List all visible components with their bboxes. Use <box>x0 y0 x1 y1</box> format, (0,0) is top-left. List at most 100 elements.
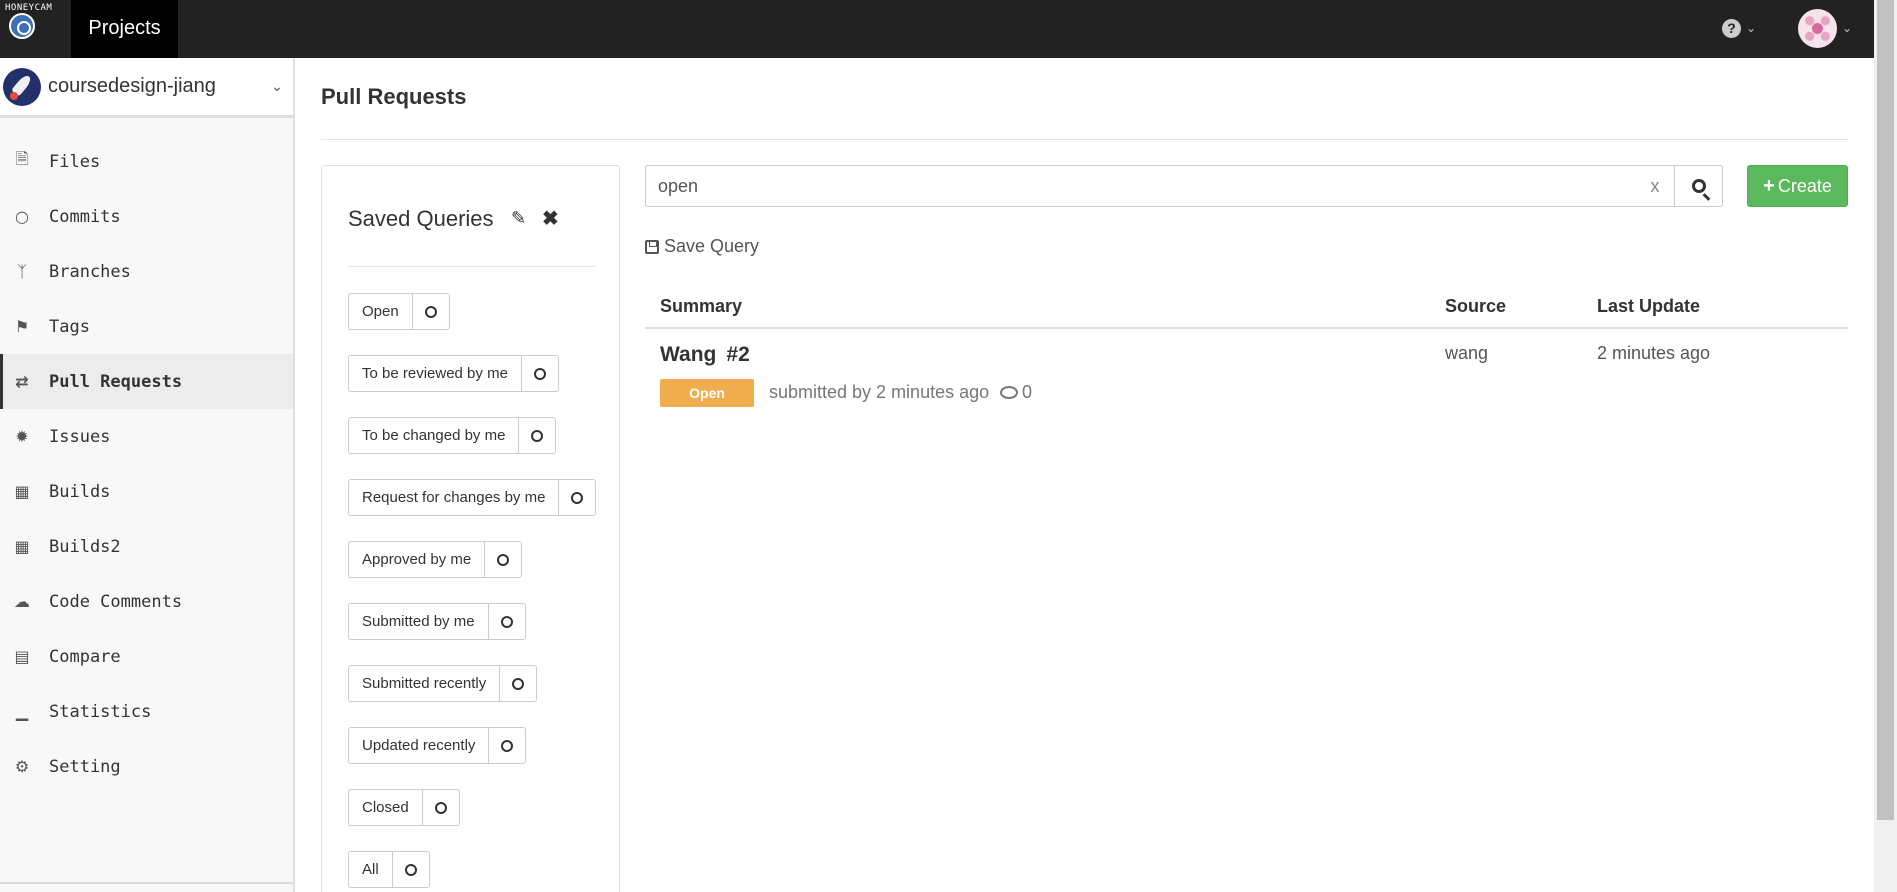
chart-icon: ▁ <box>15 702 29 721</box>
create-pull-request-button[interactable]: + Create <box>1747 165 1848 207</box>
sidebar-item-builds[interactable]: ▦ Builds <box>0 464 293 519</box>
sidebar-item-setting[interactable]: ⚙ Setting <box>0 739 293 794</box>
comments-count[interactable]: 0 <box>1000 382 1032 403</box>
sidebar-item-label: Pull Requests <box>49 371 183 392</box>
close-icon[interactable]: ✖ <box>542 206 559 231</box>
watch-toggle[interactable] <box>391 851 430 888</box>
pull-requests-table: Summary Source Last Update Wang #2 Open s… <box>645 283 1848 429</box>
pull-request-title-link[interactable]: Wang #2 <box>660 343 750 367</box>
file-icon: 🗎 <box>15 149 29 168</box>
circle-icon <box>533 367 546 380</box>
sidebar-item-tags[interactable]: ⚑ Tags <box>0 299 293 354</box>
last-update: 2 minutes ago <box>1597 343 1711 363</box>
compare-icon: ▤ <box>14 647 30 666</box>
divider <box>348 266 595 267</box>
sidebar-item-label: Builds2 <box>49 536 121 557</box>
watch-toggle[interactable] <box>487 603 526 640</box>
watch-toggle[interactable] <box>518 417 557 454</box>
saved-query-link[interactable]: Request for changes by me <box>348 479 559 516</box>
cubes-icon: ▦ <box>14 482 30 501</box>
sidebar-item-issues[interactable]: ✹ Issues <box>0 409 293 464</box>
gear-icon: ⚙ <box>14 757 30 776</box>
nav-projects-link[interactable]: Projects <box>71 0 178 58</box>
sidebar-item-label: Issues <box>49 426 111 447</box>
pull-request-title: Wang <box>660 343 717 366</box>
search-icon <box>1691 179 1706 193</box>
circle-icon <box>500 615 513 628</box>
scrollbar-thumb[interactable] <box>1877 0 1894 820</box>
saved-query-item: All <box>348 851 596 888</box>
sidebar-item-builds2[interactable]: ▦ Builds2 <box>0 519 293 574</box>
top-navbar: HONEYCAM Projects ? ⌄ ⌄ <box>0 0 1874 58</box>
circle-icon <box>531 429 544 442</box>
save-query-link[interactable]: Save Query <box>645 236 759 257</box>
saved-query-link[interactable]: To be changed by me <box>348 417 519 454</box>
column-header-summary: Summary <box>660 296 743 316</box>
comments-count-value: 0 <box>1022 382 1033 402</box>
chevron-down-icon: ⌄ <box>271 78 283 94</box>
question-circle-icon: ? <box>1722 18 1741 38</box>
help-dropdown[interactable]: ? ⌄ <box>1722 16 1756 40</box>
watch-toggle[interactable] <box>421 789 460 826</box>
query-input[interactable] <box>646 166 1636 206</box>
comment-icon <box>1000 386 1018 399</box>
sidebar-collapse-bar[interactable] <box>0 882 293 892</box>
saved-query-item: To be changed by me <box>348 417 596 454</box>
sidebar-item-label: Compare <box>49 646 121 667</box>
watch-toggle[interactable] <box>520 355 559 392</box>
sidebar-item-pull-requests[interactable]: ⇄ Pull Requests <box>0 354 293 409</box>
plus-icon: + <box>1763 174 1775 197</box>
circle-icon <box>434 801 447 814</box>
sidebar-item-label: Code Comments <box>49 591 183 612</box>
saved-query-item: Submitted by me <box>348 603 596 640</box>
clear-query-button[interactable]: x <box>1636 166 1674 206</box>
saved-query-item: Closed <box>348 789 596 826</box>
saved-query-item: Request for changes by me <box>348 479 597 516</box>
circle-icon <box>424 305 437 318</box>
sidebar-item-files[interactable]: 🗎 Files <box>0 134 293 189</box>
sidebar-item-code-comments[interactable]: ☁ Code Comments <box>0 574 293 629</box>
app-logo[interactable]: HONEYCAM <box>0 0 70 58</box>
sidebar-item-label: Tags <box>49 316 90 337</box>
project-selector[interactable]: coursedesign-jiang ⌄ <box>0 58 293 118</box>
saved-queries-list: Open To be reviewed by me To be changed … <box>348 293 597 892</box>
branch-icon: ᛉ <box>17 262 27 281</box>
watch-toggle[interactable] <box>411 293 450 330</box>
sidebar-item-commits[interactable]: ○ Commits <box>0 189 293 244</box>
sidebar-item-branches[interactable]: ᛉ Branches <box>0 244 293 299</box>
saved-query-link[interactable]: To be reviewed by me <box>348 355 521 392</box>
saved-query-link[interactable]: Closed <box>348 789 422 826</box>
watch-toggle[interactable] <box>558 479 597 516</box>
watch-toggle[interactable] <box>484 541 523 578</box>
commit-icon: ○ <box>15 207 29 226</box>
saved-query-link[interactable]: Submitted by me <box>348 603 488 640</box>
sidebar-item-statistics[interactable]: ▁ Statistics <box>0 684 293 739</box>
column-header-source: Source <box>1445 296 1507 316</box>
divider <box>321 139 1849 140</box>
sidebar-item-label: Branches <box>49 261 131 282</box>
saved-query-link[interactable]: Submitted recently <box>348 665 500 702</box>
watch-toggle[interactable] <box>488 727 527 764</box>
submitted-info: submitted by 2 minutes ago <box>769 382 990 402</box>
saved-query-link[interactable]: All <box>348 851 392 888</box>
pencil-icon[interactable]: ✎ <box>511 208 526 229</box>
table-row: Wang #2 Open submitted by 2 minutes ago 0… <box>645 329 1848 429</box>
comments-icon: ☁ <box>14 592 30 611</box>
user-menu-dropdown[interactable]: ⌄ <box>1798 7 1852 49</box>
sidebar-item-compare[interactable]: ▤ Compare <box>0 629 293 684</box>
sidebar-item-label: Statistics <box>49 701 152 722</box>
save-query-label: Save Query <box>664 236 760 256</box>
saved-query-link[interactable]: Approved by me <box>348 541 485 578</box>
search-button[interactable] <box>1674 166 1722 206</box>
saved-query-link[interactable]: Updated recently <box>348 727 489 764</box>
project-sidebar: coursedesign-jiang ⌄ 🗎 Files ○ Commits ᛉ… <box>0 58 295 892</box>
source-branch-link[interactable]: wang <box>1445 343 1488 364</box>
tag-icon: ⚑ <box>14 317 30 336</box>
page-scrollbar[interactable] <box>1874 0 1897 892</box>
project-avatar <box>3 67 41 106</box>
circle-icon <box>501 739 514 752</box>
circle-icon <box>512 677 525 690</box>
sidebar-item-label: Commits <box>49 206 121 227</box>
watch-toggle[interactable] <box>499 665 538 702</box>
saved-query-link[interactable]: Open <box>348 293 412 330</box>
